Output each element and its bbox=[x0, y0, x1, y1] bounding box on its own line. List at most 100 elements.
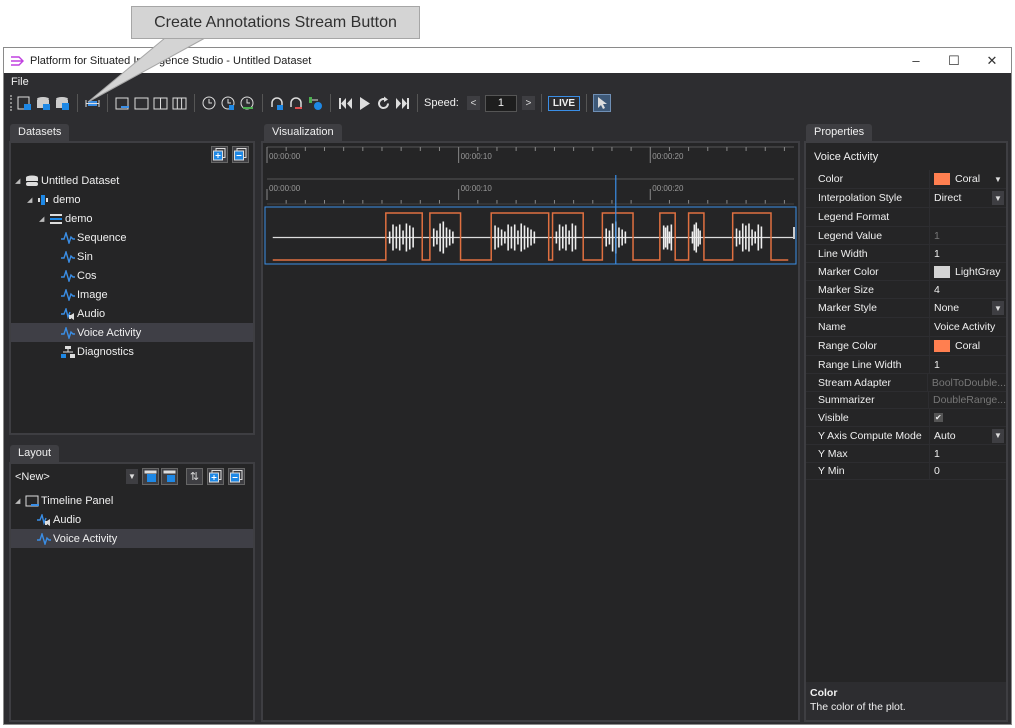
tree-item[interactable]: Image bbox=[11, 285, 253, 304]
speed-increase-button[interactable]: > bbox=[521, 96, 535, 110]
absolute-time-button[interactable] bbox=[201, 95, 218, 112]
property-row[interactable]: Name Voice Activity bbox=[806, 318, 1006, 337]
tree-item[interactable]: Audio bbox=[11, 510, 253, 529]
property-value[interactable] bbox=[929, 208, 1006, 226]
visualization-panel: 00:00:00 00:00:10 00:00:20 00:00:00 00:00:10… bbox=[261, 141, 800, 722]
property-value[interactable]: ✔ bbox=[929, 409, 1006, 426]
go-to-end-button[interactable] bbox=[394, 95, 411, 112]
audio-off-button[interactable] bbox=[288, 95, 305, 112]
property-row[interactable]: Range Line Width 1 bbox=[806, 356, 1006, 374]
close-button[interactable]: ✕ bbox=[973, 48, 1011, 73]
toolbar-grip[interactable] bbox=[10, 95, 12, 111]
property-row[interactable]: Summarizer DoubleRange... bbox=[806, 392, 1006, 409]
property-value[interactable]: 1 bbox=[929, 445, 1006, 462]
expand-all-button[interactable] bbox=[211, 146, 228, 163]
chevron-down-icon[interactable]: ▼ bbox=[992, 301, 1004, 315]
property-value[interactable]: 1 bbox=[929, 245, 1006, 262]
insert-single-panel-button[interactable] bbox=[133, 95, 150, 112]
property-value[interactable]: 1 bbox=[929, 356, 1006, 373]
property-row[interactable]: Range Color Coral bbox=[806, 337, 1006, 356]
tree-item[interactable]: Voice Activity bbox=[11, 529, 253, 548]
property-row[interactable]: Legend Format bbox=[806, 208, 1006, 227]
tree-item[interactable]: Cos bbox=[11, 266, 253, 285]
save-layout-as-button[interactable] bbox=[161, 468, 178, 485]
property-value[interactable]: 0 bbox=[929, 463, 1006, 479]
tab-datasets[interactable]: Datasets bbox=[10, 124, 70, 141]
property-row[interactable]: Y Axis Compute Mode Auto ▼ bbox=[806, 427, 1006, 445]
save-dataset-button[interactable] bbox=[54, 95, 71, 112]
collapse-all-button[interactable] bbox=[232, 146, 249, 163]
tree-item[interactable]: Diagnostics bbox=[11, 342, 253, 361]
tree-item[interactable]: Sin bbox=[11, 247, 253, 266]
property-value[interactable]: 4 bbox=[929, 281, 1006, 298]
property-row[interactable]: Line Width 1 bbox=[806, 245, 1006, 263]
audio-on-button[interactable] bbox=[269, 95, 286, 112]
open-dataset-button[interactable] bbox=[35, 95, 52, 112]
property-row[interactable]: Marker Color LightGray bbox=[806, 263, 1006, 281]
tree-item-icon bbox=[37, 513, 51, 526]
cursor-mode-button[interactable] bbox=[593, 94, 612, 112]
play-button[interactable] bbox=[356, 95, 373, 112]
property-value[interactable]: Auto ▼ bbox=[929, 427, 1006, 444]
property-row[interactable]: Visible ✔ bbox=[806, 409, 1006, 427]
tree-item[interactable]: Sequence bbox=[11, 228, 253, 247]
audio-stream-icon bbox=[61, 307, 74, 320]
go-to-start-button[interactable] bbox=[337, 95, 354, 112]
chevron-down-icon[interactable]: ▼ bbox=[992, 428, 1004, 443]
property-row[interactable]: Legend Value 1 bbox=[806, 227, 1006, 245]
insert-three-column-panel-button[interactable] bbox=[171, 95, 188, 112]
tree-item[interactable]: ◢ Timeline Panel bbox=[11, 491, 253, 510]
expander-expanded-icon[interactable]: ◢ bbox=[39, 215, 49, 223]
tree-item[interactable]: Voice Activity bbox=[11, 323, 253, 342]
expander-expanded-icon[interactable]: ◢ bbox=[27, 196, 37, 204]
expander-expanded-icon[interactable]: ◢ bbox=[15, 497, 25, 505]
tab-properties[interactable]: Properties bbox=[806, 124, 873, 141]
tree-item[interactable]: ◢ demo bbox=[11, 209, 253, 228]
property-value[interactable]: Coral bbox=[929, 337, 1006, 355]
speed-decrease-button[interactable]: < bbox=[466, 96, 480, 110]
open-store-button[interactable] bbox=[16, 95, 33, 112]
property-row[interactable]: Color Coral ▼ bbox=[806, 170, 1006, 189]
maximize-button[interactable]: ☐ bbox=[935, 48, 973, 73]
create-annotations-stream-button[interactable] bbox=[84, 95, 101, 112]
speed-input[interactable]: 1 bbox=[484, 94, 517, 112]
property-value[interactable]: Voice Activity bbox=[929, 318, 1006, 336]
clear-selection-button[interactable] bbox=[307, 95, 324, 112]
layout-collapse-all-button[interactable] bbox=[228, 468, 245, 485]
visible-checkbox[interactable]: ✔ bbox=[934, 413, 943, 422]
repeat-button[interactable] bbox=[375, 95, 392, 112]
property-row[interactable]: Stream Adapter BoolToDouble... bbox=[806, 374, 1006, 392]
tree-item[interactable]: ◢ Untitled Dataset bbox=[11, 171, 253, 190]
session-time-button[interactable] bbox=[220, 95, 237, 112]
layout-expand-all-button[interactable] bbox=[207, 468, 224, 485]
save-layout-button[interactable] bbox=[142, 468, 159, 485]
property-value[interactable]: None ▼ bbox=[929, 299, 1006, 317]
insert-timeline-panel-button[interactable] bbox=[114, 95, 131, 112]
live-button[interactable]: LIVE bbox=[547, 95, 581, 111]
tree-item[interactable]: Audio bbox=[11, 304, 253, 323]
property-value[interactable]: Direct ▼ bbox=[929, 189, 1006, 207]
expander-expanded-icon[interactable]: ◢ bbox=[15, 177, 25, 185]
relative-time-button[interactable] bbox=[239, 95, 256, 112]
properties-object-title: Voice Activity bbox=[814, 151, 879, 163]
insert-two-column-panel-button[interactable] bbox=[152, 95, 169, 112]
property-row[interactable]: Y Max 1 bbox=[806, 445, 1006, 463]
tree-item[interactable]: ◢ demo bbox=[11, 190, 253, 209]
timeline-visualization[interactable]: 00:00:00 00:00:10 00:00:20 00:00:00 00:00:10… bbox=[263, 143, 798, 720]
layout-select[interactable]: <New> bbox=[15, 468, 133, 486]
stream-icon bbox=[37, 532, 51, 545]
property-value[interactable]: Coral ▼ bbox=[929, 170, 1006, 188]
minimize-button[interactable]: – bbox=[897, 48, 935, 73]
property-row[interactable]: Y Min 0 bbox=[806, 463, 1006, 480]
menu-file[interactable]: File bbox=[11, 76, 29, 88]
chevron-down-icon[interactable]: ▼ bbox=[992, 172, 1004, 186]
tab-layout[interactable]: Layout bbox=[10, 445, 60, 462]
property-row[interactable]: Marker Size 4 bbox=[806, 281, 1006, 299]
property-row[interactable]: Interpolation Style Direct ▼ bbox=[806, 189, 1006, 208]
property-row[interactable]: Marker Style None ▼ bbox=[806, 299, 1006, 318]
chevron-down-icon[interactable]: ▼ bbox=[992, 191, 1004, 205]
layout-dropdown-button[interactable]: ▼ bbox=[126, 469, 138, 484]
sort-button[interactable]: ⇅ bbox=[186, 468, 203, 485]
property-value[interactable]: LightGray bbox=[929, 263, 1006, 280]
tab-visualization[interactable]: Visualization bbox=[264, 124, 342, 141]
